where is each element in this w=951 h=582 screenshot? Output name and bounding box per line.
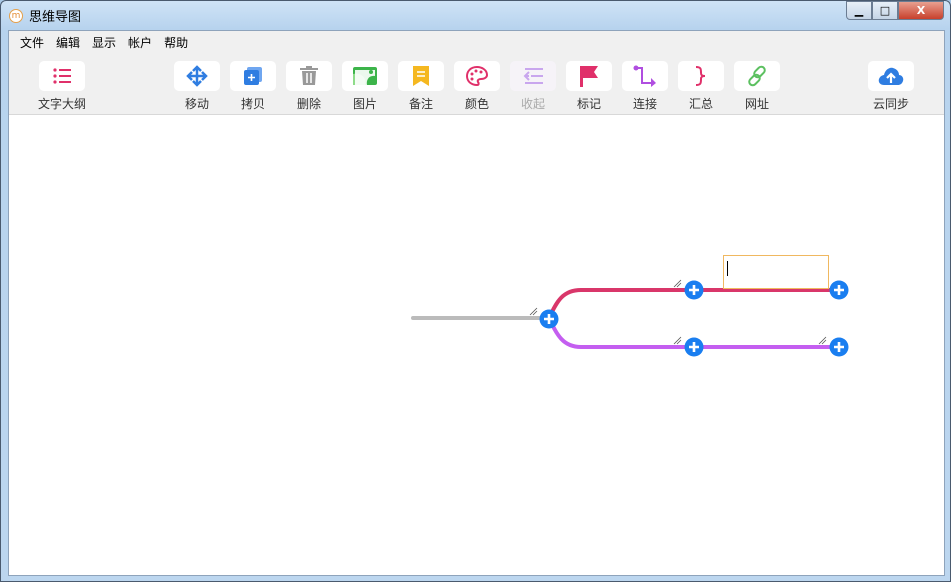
text-caret bbox=[727, 261, 728, 276]
toolbar-button-trash[interactable]: 删除 bbox=[286, 61, 332, 112]
menu-view[interactable]: 显示 bbox=[86, 31, 122, 52]
flag-icon bbox=[566, 61, 612, 91]
toolbar-label: 云同步 bbox=[872, 97, 909, 111]
toolbar-button-list[interactable]: 文字大纲 bbox=[38, 61, 86, 112]
resize-handle[interactable] bbox=[529, 307, 538, 316]
minimize-button[interactable]: ▁ bbox=[846, 1, 872, 20]
window-title: 思维导图 bbox=[29, 10, 82, 25]
add-node-button[interactable] bbox=[829, 337, 849, 357]
mindmap-svg bbox=[411, 279, 849, 357]
toolbar: 文字大纲 移动 拷贝 删除 图片 备注 颜色 收起 标记 连接 汇总网址 云同步 bbox=[9, 52, 944, 115]
palette-icon bbox=[454, 61, 500, 91]
brace-icon bbox=[678, 61, 724, 91]
menu-file[interactable]: 文件 bbox=[14, 31, 50, 52]
app-window: m 思维导图 ▁ □ X 文件 编辑 显示 帐户 帮助 文字大纲 移动 拷贝 删除 图片… bbox=[0, 0, 951, 582]
toolbar-button-note[interactable]: 备注 bbox=[398, 61, 444, 112]
add-node-button[interactable] bbox=[539, 309, 559, 329]
toolbar-button-collapse[interactable]: 收起 bbox=[510, 61, 556, 112]
menu-edit[interactable]: 编辑 bbox=[50, 31, 86, 52]
collapse-icon bbox=[510, 61, 556, 91]
add-node-button[interactable] bbox=[684, 280, 704, 300]
resize-handle[interactable] bbox=[673, 336, 682, 345]
connect-icon bbox=[622, 61, 668, 91]
toolbar-button-move[interactable]: 移动 bbox=[174, 61, 220, 112]
toolbar-button-brace[interactable]: 汇总 bbox=[678, 61, 724, 112]
note-icon bbox=[398, 61, 444, 91]
toolbar-button-link[interactable]: 网址 bbox=[734, 61, 780, 112]
copy-icon bbox=[230, 61, 276, 91]
title-bar: m 思维导图 bbox=[9, 6, 81, 25]
move-icon bbox=[174, 61, 220, 91]
link-icon bbox=[734, 61, 780, 91]
toolbar-label: 文字大纲 bbox=[37, 97, 86, 111]
toolbar-button-flag[interactable]: 标记 bbox=[566, 61, 612, 112]
toolbar-button-palette[interactable]: 颜色 bbox=[454, 61, 500, 112]
app-icon: m bbox=[9, 8, 23, 23]
toolbar-button-cloud-upload[interactable]: 云同步 bbox=[868, 61, 914, 112]
close-button[interactable]: X bbox=[898, 1, 944, 20]
menu-bar: 文件 编辑 显示 帐户 帮助 bbox=[9, 31, 944, 52]
toolbar-button-connect[interactable]: 连接 bbox=[622, 61, 668, 112]
toolbar-label: 网址 bbox=[744, 97, 769, 111]
menu-account[interactable]: 帐户 bbox=[122, 31, 158, 52]
list-icon bbox=[39, 61, 85, 91]
node-text-editor[interactable] bbox=[723, 255, 829, 289]
trash-icon bbox=[286, 61, 332, 91]
resize-handle[interactable] bbox=[673, 279, 682, 288]
toolbar-button-copy[interactable]: 拷贝 bbox=[230, 61, 276, 112]
toolbar-button-image[interactable]: 图片 bbox=[342, 61, 388, 112]
menu-help[interactable]: 帮助 bbox=[158, 31, 194, 52]
add-node-button[interactable] bbox=[684, 337, 704, 357]
add-node-button[interactable] bbox=[829, 280, 849, 300]
maximize-button[interactable]: □ bbox=[872, 1, 898, 20]
mindmap-canvas[interactable] bbox=[9, 116, 944, 575]
image-icon bbox=[342, 61, 388, 91]
cloud-upload-icon bbox=[868, 61, 914, 91]
resize-handle[interactable] bbox=[818, 336, 827, 345]
